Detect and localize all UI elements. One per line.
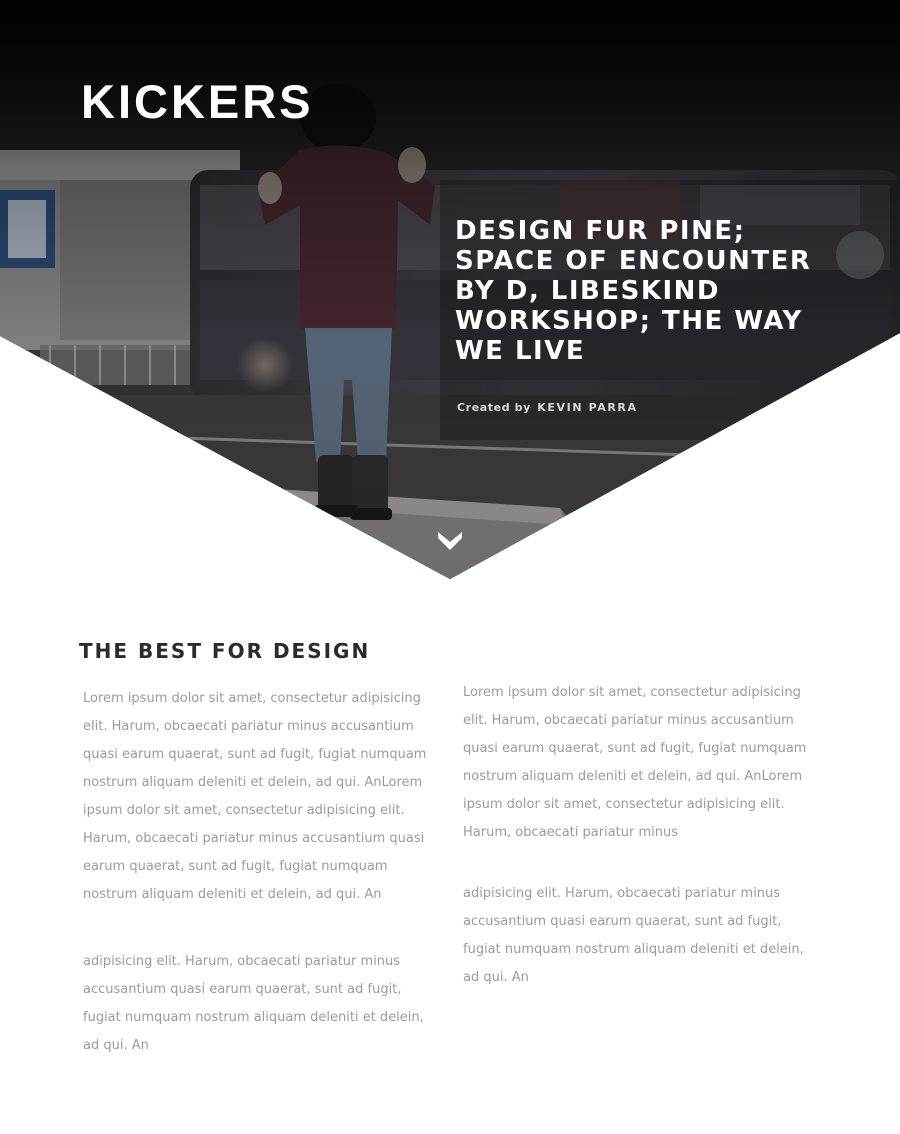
right-column-paragraph-1: Lorem ipsum dolor sit amet, consectetur … bbox=[463, 679, 818, 847]
paragraph-text: adipisicing elit. Harum, obcaecati paria… bbox=[463, 886, 804, 985]
hero-banner: KICKERS DESIGN FUR PINE; SPACE OF ENCOUN… bbox=[0, 0, 900, 579]
hero-headline: DESIGN FUR PINE; SPACE OF ENCOUNTER BY D… bbox=[455, 216, 812, 366]
brand-logo[interactable]: KICKERS bbox=[81, 78, 314, 125]
paragraph-text: Lorem ipsum dolor sit amet, consectetur … bbox=[463, 685, 807, 840]
credit-author[interactable]: KEVIN PARRA bbox=[537, 401, 637, 414]
paragraph-text: Lorem ipsum dolor sit amet, consectetur … bbox=[83, 691, 427, 902]
paragraph-text: adipisicing elit. Harum, obcaecati paria… bbox=[83, 954, 424, 1053]
section-title: THE BEST FOR DESIGN bbox=[79, 639, 371, 663]
right-column-paragraph-2: adipisicing elit. Harum, obcaecati paria… bbox=[463, 880, 818, 992]
left-column-paragraph-1: Lorem ipsum dolor sit amet, consectetur … bbox=[83, 685, 438, 909]
left-column-paragraph-2: adipisicing elit. Harum, obcaecati paria… bbox=[83, 948, 438, 1060]
chevron-down-icon[interactable] bbox=[437, 530, 463, 552]
credit-prefix: Created by bbox=[457, 401, 531, 414]
hero-credit: Created by KEVIN PARRA bbox=[457, 401, 638, 414]
